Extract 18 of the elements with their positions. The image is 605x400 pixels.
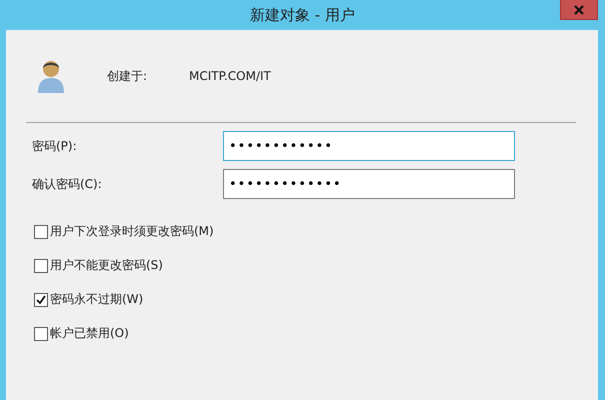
checkbox[interactable] [34, 224, 48, 238]
checkbox[interactable] [34, 258, 48, 272]
close-button[interactable] [560, 0, 598, 20]
checkbox[interactable] [34, 326, 48, 340]
field-label: 密码(P): [32, 138, 78, 154]
password-field[interactable]: •••••••••••• [223, 131, 515, 161]
checkbox-label: 帐户已禁用(O) [50, 325, 129, 342]
window-title: 新建对象 - 用户 [250, 6, 355, 24]
user-icon [36, 58, 66, 94]
checkbox-label: 用户下次登录时须更改密码(M) [50, 223, 214, 240]
checkbox-label: 用户不能更改密码(S) [50, 257, 163, 274]
created-in-label: 创建于: [107, 68, 148, 84]
close-icon [574, 4, 584, 14]
password-field[interactable]: ••••••••••••• [223, 169, 515, 199]
field-label: 确认密码(C): [32, 176, 103, 192]
container-path: MCITP.COM/IT [189, 69, 271, 83]
checkbox[interactable] [34, 292, 48, 306]
checkbox-label: 密码永不过期(W) [50, 291, 144, 308]
